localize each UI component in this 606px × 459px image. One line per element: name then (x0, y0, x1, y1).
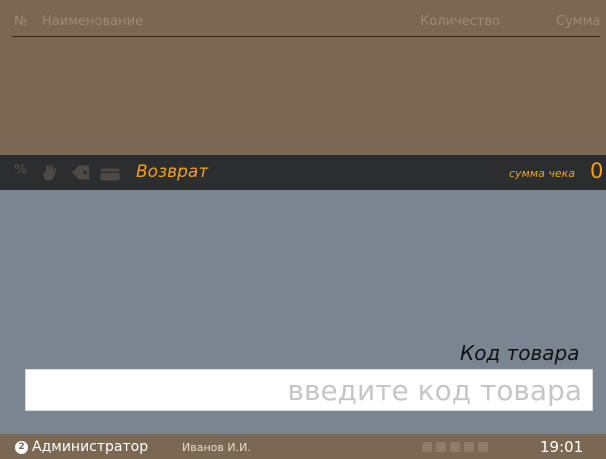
mode-label: Возврат (136, 162, 209, 182)
column-quantity: Количество (420, 14, 500, 29)
scanner-icon (436, 442, 446, 452)
status-bar: % Возврат сумма чека 0 (0, 155, 606, 190)
bottom-bar: 2 Администратор Иванов И.И. 19:01 (0, 434, 606, 459)
pos-screen: № Наименование Количество Сумма % Возвра… (0, 0, 606, 459)
card-icon[interactable] (100, 166, 120, 185)
percent-icon[interactable]: % (14, 163, 27, 178)
receipt-table: № Наименование Количество Сумма (0, 0, 606, 155)
tag-icon[interactable] (71, 164, 91, 185)
device-status-icons (422, 442, 488, 454)
role-label[interactable]: Администратор (32, 439, 148, 455)
display-icon (450, 442, 460, 452)
product-code-label: Код товара (460, 341, 580, 365)
table-header: № Наименование Количество Сумма (0, 0, 606, 38)
receipt-sum-value: 0 (590, 159, 604, 183)
column-number: № (14, 14, 28, 29)
network-icon (464, 442, 474, 452)
sync-icon (478, 442, 488, 452)
product-code-input[interactable] (25, 369, 593, 411)
receipt-sum-label: сумма чека (509, 167, 576, 180)
header-divider (12, 36, 600, 37)
hand-icon[interactable] (41, 164, 59, 185)
user-name: Иванов И.И. (182, 441, 251, 454)
printer-icon (422, 442, 432, 452)
role-number-badge: 2 (15, 441, 28, 454)
column-sum: Сумма (556, 14, 601, 29)
clock: 19:01 (540, 438, 584, 456)
column-name: Наименование (42, 14, 144, 29)
